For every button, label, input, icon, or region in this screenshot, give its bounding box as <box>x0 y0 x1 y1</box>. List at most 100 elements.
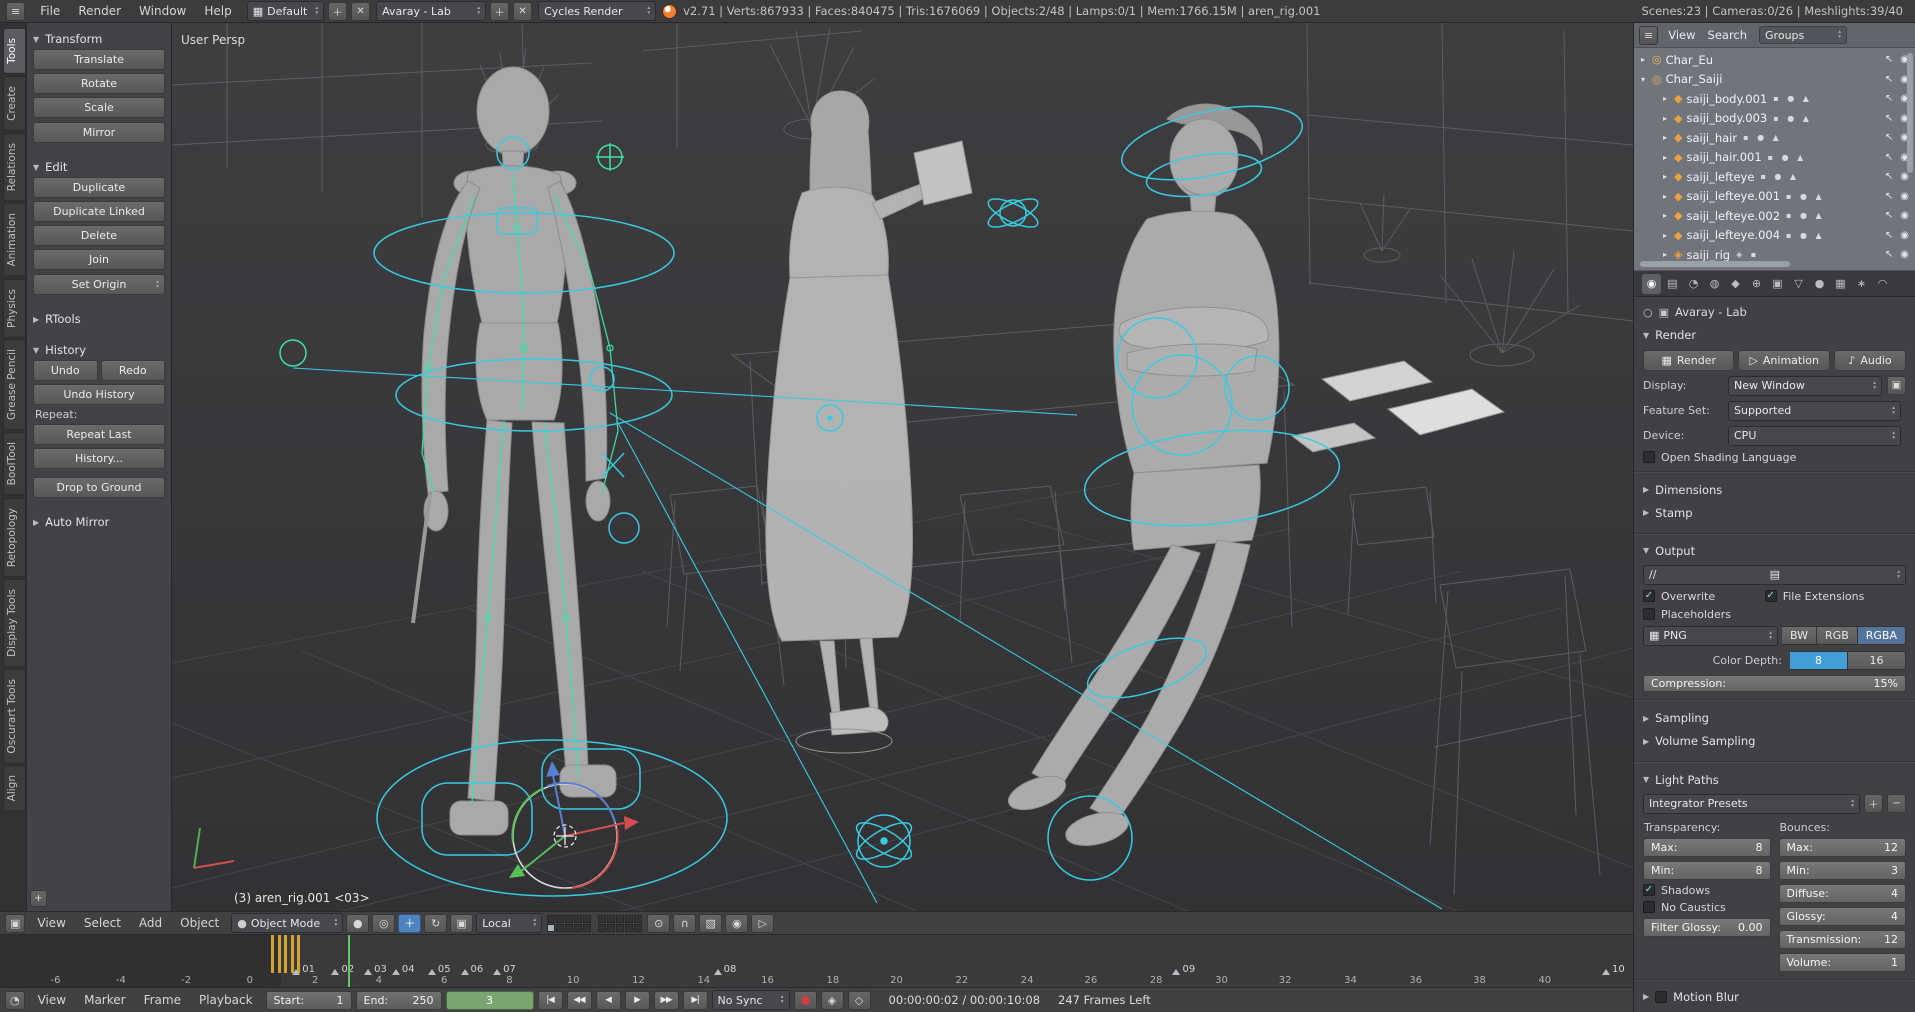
outliner-row[interactable]: ▸ ◆ saiji_lefteye ▪ ● ▲ ↖ ◉ <box>1638 167 1911 187</box>
restrict-select-icon[interactable]: ↖ <box>1885 171 1893 182</box>
properties-tab[interactable]: ∗ <box>1852 274 1871 294</box>
keying-set-button[interactable]: ◈ <box>820 990 844 1010</box>
timeline-marker[interactable]: 03 <box>364 964 387 975</box>
collapsed-panel-header[interactable]: Sampling <box>1643 708 1906 728</box>
properties-tab[interactable]: ▽ <box>1789 274 1808 294</box>
collapsed-panel-header[interactable]: Dimensions <box>1643 480 1906 500</box>
toolshelf-tab[interactable]: Create <box>3 75 26 131</box>
render-audio-button[interactable]: ♪ Audio <box>1833 349 1906 371</box>
expand-icon[interactable]: ▸ <box>1660 250 1670 259</box>
restrict-select-icon[interactable]: ↖ <box>1885 93 1893 104</box>
expand-icon[interactable]: ▸ <box>1660 153 1670 162</box>
scene-lock-toggle[interactable]: ⊙ <box>647 913 671 933</box>
delete-layout-button[interactable]: ✕ <box>351 1 371 21</box>
add-preset-button[interactable]: ＋ <box>1864 794 1883 814</box>
properties-tab[interactable]: ▣ <box>1768 274 1787 294</box>
display-select[interactable]: New Window <box>1728 375 1882 396</box>
properties-tab[interactable]: ▤ <box>1663 274 1682 294</box>
properties-tab[interactable]: ⊕ <box>1747 274 1766 294</box>
restrict-select-icon[interactable]: ↖ <box>1885 191 1893 202</box>
outliner-search-menu[interactable]: Search <box>1706 28 1750 42</box>
view3d-menu-item[interactable]: Select <box>75 916 130 930</box>
object-name[interactable]: saiji_hair.001 <box>1686 150 1761 164</box>
frame-end-field[interactable]: End: 250 <box>355 990 442 1010</box>
opengl-render-anim-button[interactable]: ▷ <box>751 913 775 933</box>
properties-tab[interactable]: ◆ <box>1726 274 1745 294</box>
view3d-menu-item[interactable]: Add <box>130 916 171 930</box>
repeat-last-button[interactable]: Repeat Last <box>33 424 165 445</box>
outliner-row[interactable]: ▾ ◎ Char_Saiji ↖ ◉ <box>1638 70 1911 90</box>
object-name[interactable]: saiji_lefteye.004 <box>1686 228 1780 242</box>
toolshelf-tab[interactable]: Grease Pencil <box>3 339 26 431</box>
restrict-select-icon[interactable]: ↖ <box>1885 132 1893 143</box>
timeline-marker[interactable]: 02 <box>331 964 354 975</box>
history-menu-button[interactable]: History... <box>33 448 165 469</box>
edit-tool-button[interactable]: Join <box>33 249 165 270</box>
outliner-row[interactable]: ▸ ◆ saiji_lefteye.002 ▪ ● ▲ ↖ ◉ <box>1638 206 1911 226</box>
properties-tab[interactable]: ◠ <box>1873 274 1892 294</box>
no-caustics-checkbox[interactable] <box>1643 901 1655 914</box>
color-mode-option[interactable]: RGBA <box>1857 626 1906 646</box>
editor-type-button-timeline[interactable]: ◔ <box>5 990 25 1010</box>
outliner-hscrollbar[interactable] <box>1640 261 1790 267</box>
frame-start-field[interactable]: Start: 1 <box>265 990 352 1010</box>
bounce-field[interactable]: Min: 3 <box>1778 860 1906 880</box>
object-name[interactable]: saiji_body.003 <box>1686 111 1767 125</box>
expand-icon[interactable]: ▸ <box>1660 114 1670 123</box>
timeline-menu-item[interactable]: Marker <box>75 993 134 1007</box>
overwrite-checkbox[interactable] <box>1643 590 1655 603</box>
pin-icon[interactable]: ○ <box>1643 306 1653 319</box>
manipulator-scale-toggle[interactable]: ▣ <box>450 913 474 933</box>
toolshelf-tab[interactable]: Align <box>3 765 26 812</box>
render-animation-button[interactable]: ▷ Animation <box>1738 349 1830 371</box>
render-still-button[interactable]: ▦ Render <box>1643 349 1735 371</box>
object-name[interactable]: saiji_lefteye <box>1686 170 1754 184</box>
play-button[interactable]: ▶ <box>624 990 650 1010</box>
timeline-playhead[interactable] <box>347 935 350 987</box>
expand-icon[interactable]: ▸ <box>1638 55 1648 64</box>
mode-select[interactable]: ● Object Mode <box>231 913 344 933</box>
object-name[interactable]: saiji_body.001 <box>1686 92 1767 106</box>
play-reverse-button[interactable]: ◀ <box>595 990 621 1010</box>
toolshelf-tab[interactable]: Tools <box>3 28 26 74</box>
restrict-render-icon[interactable]: ◉ <box>1900 230 1909 241</box>
bounce-field[interactable]: Diffuse: 4 <box>1778 883 1906 903</box>
keyframe-line[interactable] <box>277 935 281 973</box>
filter-glossy-field[interactable]: Filter Glossy: 0.00 <box>1643 917 1771 937</box>
expand-icon[interactable]: ▾ <box>1638 75 1648 84</box>
opengl-render-button[interactable]: ◉ <box>725 913 749 933</box>
restrict-select-icon[interactable]: ↖ <box>1885 249 1893 260</box>
operator-panel-expand-button[interactable]: + <box>30 890 47 907</box>
expand-icon[interactable]: ▸ <box>1660 172 1670 181</box>
timeline-marker[interactable]: 05 <box>427 964 451 975</box>
screen-layout-select[interactable]: ▦ Default <box>246 1 325 21</box>
timeline-menu-item[interactable]: View <box>29 993 75 1007</box>
panel-header-light-paths[interactable]: Light Paths <box>1643 770 1906 788</box>
expand-icon[interactable]: ▸ <box>1660 94 1670 103</box>
expand-icon[interactable]: ▸ <box>1660 133 1670 142</box>
toolshelf-tab[interactable]: Physics <box>3 278 26 338</box>
object-name[interactable]: saiji_rig <box>1686 248 1730 262</box>
properties-tab[interactable]: ▦ <box>1831 274 1850 294</box>
restrict-select-icon[interactable]: ↖ <box>1885 210 1893 221</box>
placeholders-checkbox[interactable] <box>1643 608 1655 621</box>
outliner-row[interactable]: ▸ ◆ saiji_lefteye.004 ▪ ● ▲ ↖ ◉ <box>1638 226 1911 246</box>
transform-tool-button[interactable]: Translate <box>33 49 165 70</box>
object-name[interactable]: saiji_lefteye.002 <box>1686 209 1780 223</box>
outliner-row[interactable]: ▸ ◆ saiji_body.001 ▪ ● ▲ ↖ ◉ <box>1638 89 1911 109</box>
object-name[interactable]: saiji_lefteye.001 <box>1686 189 1780 203</box>
insert-keyframe-button[interactable]: ◇ <box>847 990 871 1010</box>
set-origin-menu[interactable]: Set Origin <box>33 274 165 295</box>
redo-button[interactable]: Redo <box>100 360 165 381</box>
toolshelf-tab[interactable]: Relations <box>3 132 26 201</box>
timeline-marker[interactable]: 01 <box>292 964 315 975</box>
restrict-select-icon[interactable]: ↖ <box>1885 152 1893 163</box>
transform-tool-button[interactable]: Rotate <box>33 73 165 94</box>
toolshelf-tab[interactable]: Display Tools <box>3 578 26 667</box>
view3d-menu-item[interactable]: Object <box>171 916 228 930</box>
scene-render[interactable] <box>172 23 1633 911</box>
render-engine-select[interactable]: Cycles Render <box>538 1 657 21</box>
color-mode-option[interactable]: BW <box>1782 626 1818 646</box>
outliner-row[interactable]: ▸ ◆ saiji_hair ▪ ● ▲ ↖ ◉ <box>1638 128 1911 148</box>
panel-header-motion-blur[interactable]: Motion Blur <box>1643 988 1906 1006</box>
